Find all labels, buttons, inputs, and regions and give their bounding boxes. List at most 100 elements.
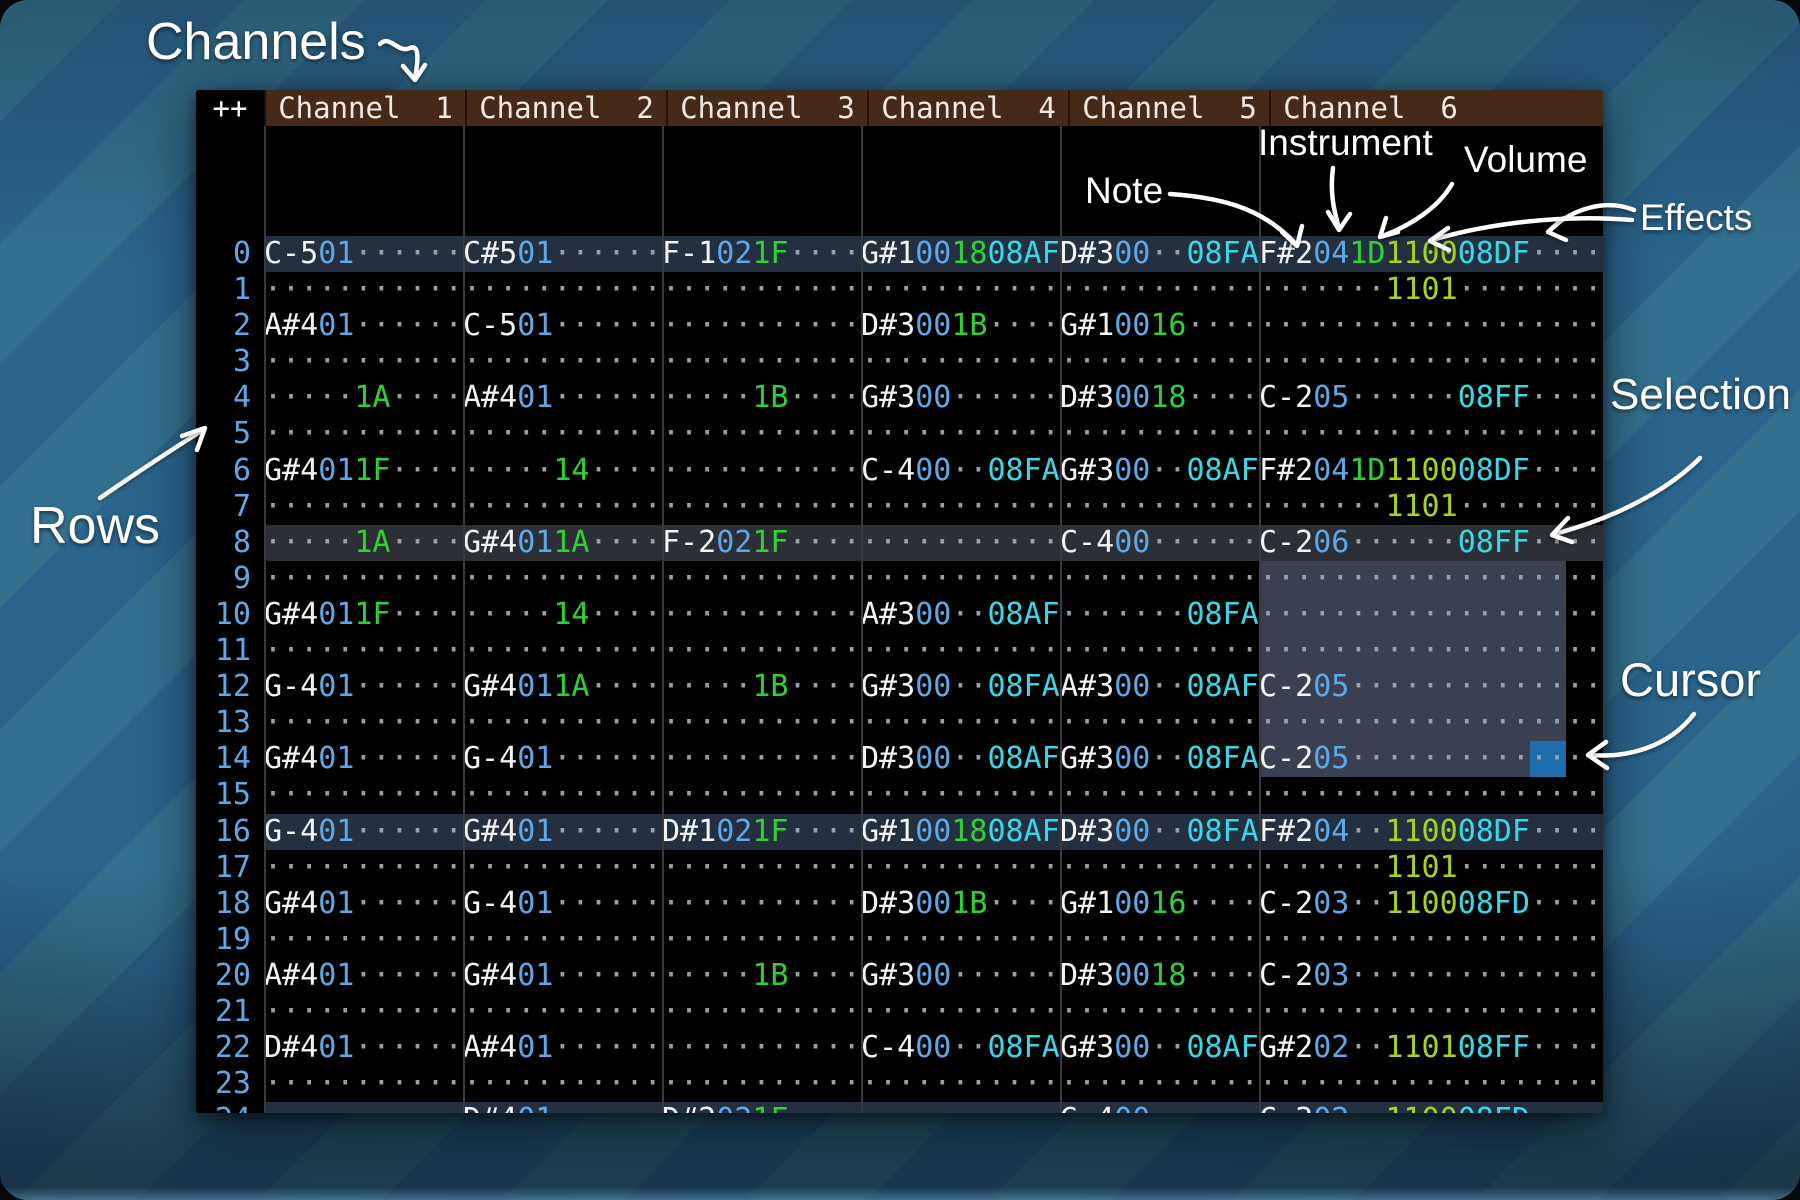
cell-r5-ch6[interactable]: ···················: [1259, 416, 1603, 452]
cell-r16-ch2[interactable]: G#401······: [463, 814, 662, 850]
channel-header-1[interactable]: Channel 1: [266, 90, 467, 126]
cell-r20-ch4[interactable]: G#300······: [861, 958, 1060, 994]
pattern-row-8[interactable]: 8·····1A····G#4011A····F-2021F··········…: [196, 525, 1603, 561]
cell-r4-ch6[interactable]: C-205······08FF····: [1259, 380, 1603, 416]
cell-r16-ch5[interactable]: D#300··08FA: [1060, 814, 1259, 850]
cell-r20-ch3[interactable]: ·····1B····: [662, 958, 861, 994]
cell-r4-ch3[interactable]: ·····1B····: [662, 380, 861, 416]
cell-r23-ch1[interactable]: ···········: [264, 1066, 463, 1102]
cell-r15-ch3[interactable]: ···········: [662, 777, 861, 813]
cell-r16-ch1[interactable]: G-401······: [264, 814, 463, 850]
pattern-row-3[interactable]: 3·······································…: [196, 344, 1603, 380]
pattern-row-16[interactable]: 16G-401······G#401······D#1021F····G#100…: [196, 814, 1603, 850]
cell-r19-ch1[interactable]: ···········: [264, 922, 463, 958]
cell-r15-ch4[interactable]: ···········: [861, 777, 1060, 813]
cell-r19-ch6[interactable]: ···················: [1259, 922, 1603, 958]
cell-r1-ch2[interactable]: ···········: [463, 272, 662, 308]
cell-r3-ch4[interactable]: ···········: [861, 344, 1060, 380]
cell-r6-ch6[interactable]: F#2041D110008DF····: [1259, 453, 1603, 489]
cell-r1-ch6[interactable]: ·······1101········: [1259, 272, 1603, 308]
cell-r12-ch2[interactable]: G#4011A····: [463, 669, 662, 705]
cell-r12-ch4[interactable]: G#300··08FA: [861, 669, 1060, 705]
cell-r18-ch3[interactable]: ···········: [662, 886, 861, 922]
cell-r22-ch5[interactable]: G#300··08AF: [1060, 1030, 1259, 1066]
pattern-row-13[interactable]: 13······································…: [196, 705, 1603, 741]
cell-r15-ch2[interactable]: ···········: [463, 777, 662, 813]
cell-r8-ch5[interactable]: C-400······: [1060, 525, 1259, 561]
cell-r5-ch1[interactable]: ···········: [264, 416, 463, 452]
cell-r10-ch4[interactable]: A#300··08AF: [861, 597, 1060, 633]
cell-r0-ch6[interactable]: F#2041D110008DF····: [1259, 236, 1603, 272]
pattern-row-17[interactable]: 17······································…: [196, 850, 1603, 886]
cell-r17-ch3[interactable]: ···········: [662, 850, 861, 886]
cell-r4-ch5[interactable]: D#30018····: [1060, 380, 1259, 416]
cell-r24-ch6[interactable]: C-302··110008FD····: [1259, 1102, 1603, 1113]
cell-r16-ch3[interactable]: D#1021F····: [662, 814, 861, 850]
pattern-row-21[interactable]: 21······································…: [196, 994, 1603, 1030]
cell-r0-ch4[interactable]: G#1001808AF: [861, 236, 1060, 272]
pattern-row-15[interactable]: 15······································…: [196, 777, 1603, 813]
cell-r0-ch3[interactable]: F-1021F····: [662, 236, 861, 272]
cell-r2-ch4[interactable]: D#3001B····: [861, 308, 1060, 344]
pattern-row-11[interactable]: 11······································…: [196, 633, 1603, 669]
cell-r0-ch2[interactable]: C#501······: [463, 236, 662, 272]
cell-r11-ch4[interactable]: ···········: [861, 633, 1060, 669]
cell-r8-ch1[interactable]: ·····1A····: [264, 525, 463, 561]
cell-r8-ch3[interactable]: F-2021F····: [662, 525, 861, 561]
cell-r7-ch6[interactable]: ·······1101········: [1259, 489, 1603, 525]
pattern-row-23[interactable]: 23······································…: [196, 1066, 1603, 1102]
cell-r22-ch2[interactable]: A#401······: [463, 1030, 662, 1066]
cell-r6-ch2[interactable]: ·····14····: [463, 453, 662, 489]
cell-r23-ch2[interactable]: ···········: [463, 1066, 662, 1102]
channel-header-2[interactable]: Channel 2: [467, 90, 668, 126]
cell-r18-ch1[interactable]: G#401······: [264, 886, 463, 922]
cell-r0-ch5[interactable]: D#300··08FA: [1060, 236, 1259, 272]
cell-r18-ch4[interactable]: D#3001B····: [861, 886, 1060, 922]
cell-r21-ch5[interactable]: ···········: [1060, 994, 1259, 1030]
cell-r24-ch3[interactable]: D#2021F····: [662, 1102, 861, 1113]
cell-r20-ch2[interactable]: G#401······: [463, 958, 662, 994]
cell-r3-ch2[interactable]: ···········: [463, 344, 662, 380]
cell-r19-ch5[interactable]: ···········: [1060, 922, 1259, 958]
cell-r13-ch1[interactable]: ···········: [264, 705, 463, 741]
cell-r7-ch3[interactable]: ···········: [662, 489, 861, 525]
pattern-row-19[interactable]: 19······································…: [196, 922, 1603, 958]
cell-r22-ch6[interactable]: G#202··110108FF····: [1259, 1030, 1603, 1066]
cell-r7-ch4[interactable]: ···········: [861, 489, 1060, 525]
cell-r1-ch4[interactable]: ···········: [861, 272, 1060, 308]
cell-r22-ch1[interactable]: D#401······: [264, 1030, 463, 1066]
cell-r1-ch1[interactable]: ···········: [264, 272, 463, 308]
pattern-row-10[interactable]: 10G#4011F·········14···············A#300…: [196, 597, 1603, 633]
cell-r6-ch5[interactable]: G#300··08AF: [1060, 453, 1259, 489]
cell-r24-ch2[interactable]: D#401······: [463, 1102, 662, 1113]
cell-r23-ch5[interactable]: ···········: [1060, 1066, 1259, 1102]
cell-r0-ch1[interactable]: C-501······: [264, 236, 463, 272]
cell-r13-ch6[interactable]: ···················: [1259, 705, 1603, 741]
cell-r11-ch5[interactable]: ···········: [1060, 633, 1259, 669]
cell-r23-ch3[interactable]: ···········: [662, 1066, 861, 1102]
cell-r18-ch2[interactable]: G-401······: [463, 886, 662, 922]
cell-r9-ch6[interactable]: ···················: [1259, 561, 1603, 597]
cell-r9-ch1[interactable]: ···········: [264, 561, 463, 597]
cell-r5-ch5[interactable]: ···········: [1060, 416, 1259, 452]
cell-r2-ch1[interactable]: A#401······: [264, 308, 463, 344]
cell-r17-ch5[interactable]: ···········: [1060, 850, 1259, 886]
cell-r2-ch6[interactable]: ···················: [1259, 308, 1603, 344]
cell-r13-ch3[interactable]: ···········: [662, 705, 861, 741]
cell-r14-ch1[interactable]: G#401······: [264, 741, 463, 777]
cell-r10-ch6[interactable]: ···················: [1259, 597, 1603, 633]
pattern-row-6[interactable]: 6G#4011F·········14···············C-400·…: [196, 453, 1603, 489]
cell-r17-ch1[interactable]: ···········: [264, 850, 463, 886]
cell-r7-ch5[interactable]: ···········: [1060, 489, 1259, 525]
cell-r13-ch4[interactable]: ···········: [861, 705, 1060, 741]
cell-r2-ch5[interactable]: G#10016····: [1060, 308, 1259, 344]
cell-r12-ch6[interactable]: C-205··············: [1259, 669, 1603, 705]
cell-r6-ch3[interactable]: ···········: [662, 453, 861, 489]
cell-r17-ch2[interactable]: ···········: [463, 850, 662, 886]
cell-r9-ch3[interactable]: ···········: [662, 561, 861, 597]
cell-r11-ch3[interactable]: ···········: [662, 633, 861, 669]
cell-r18-ch6[interactable]: C-203··110008FD····: [1259, 886, 1603, 922]
cell-r12-ch3[interactable]: ·····1B····: [662, 669, 861, 705]
cell-r2-ch3[interactable]: ···········: [662, 308, 861, 344]
channel-header-6[interactable]: Channel 6: [1271, 90, 1603, 126]
